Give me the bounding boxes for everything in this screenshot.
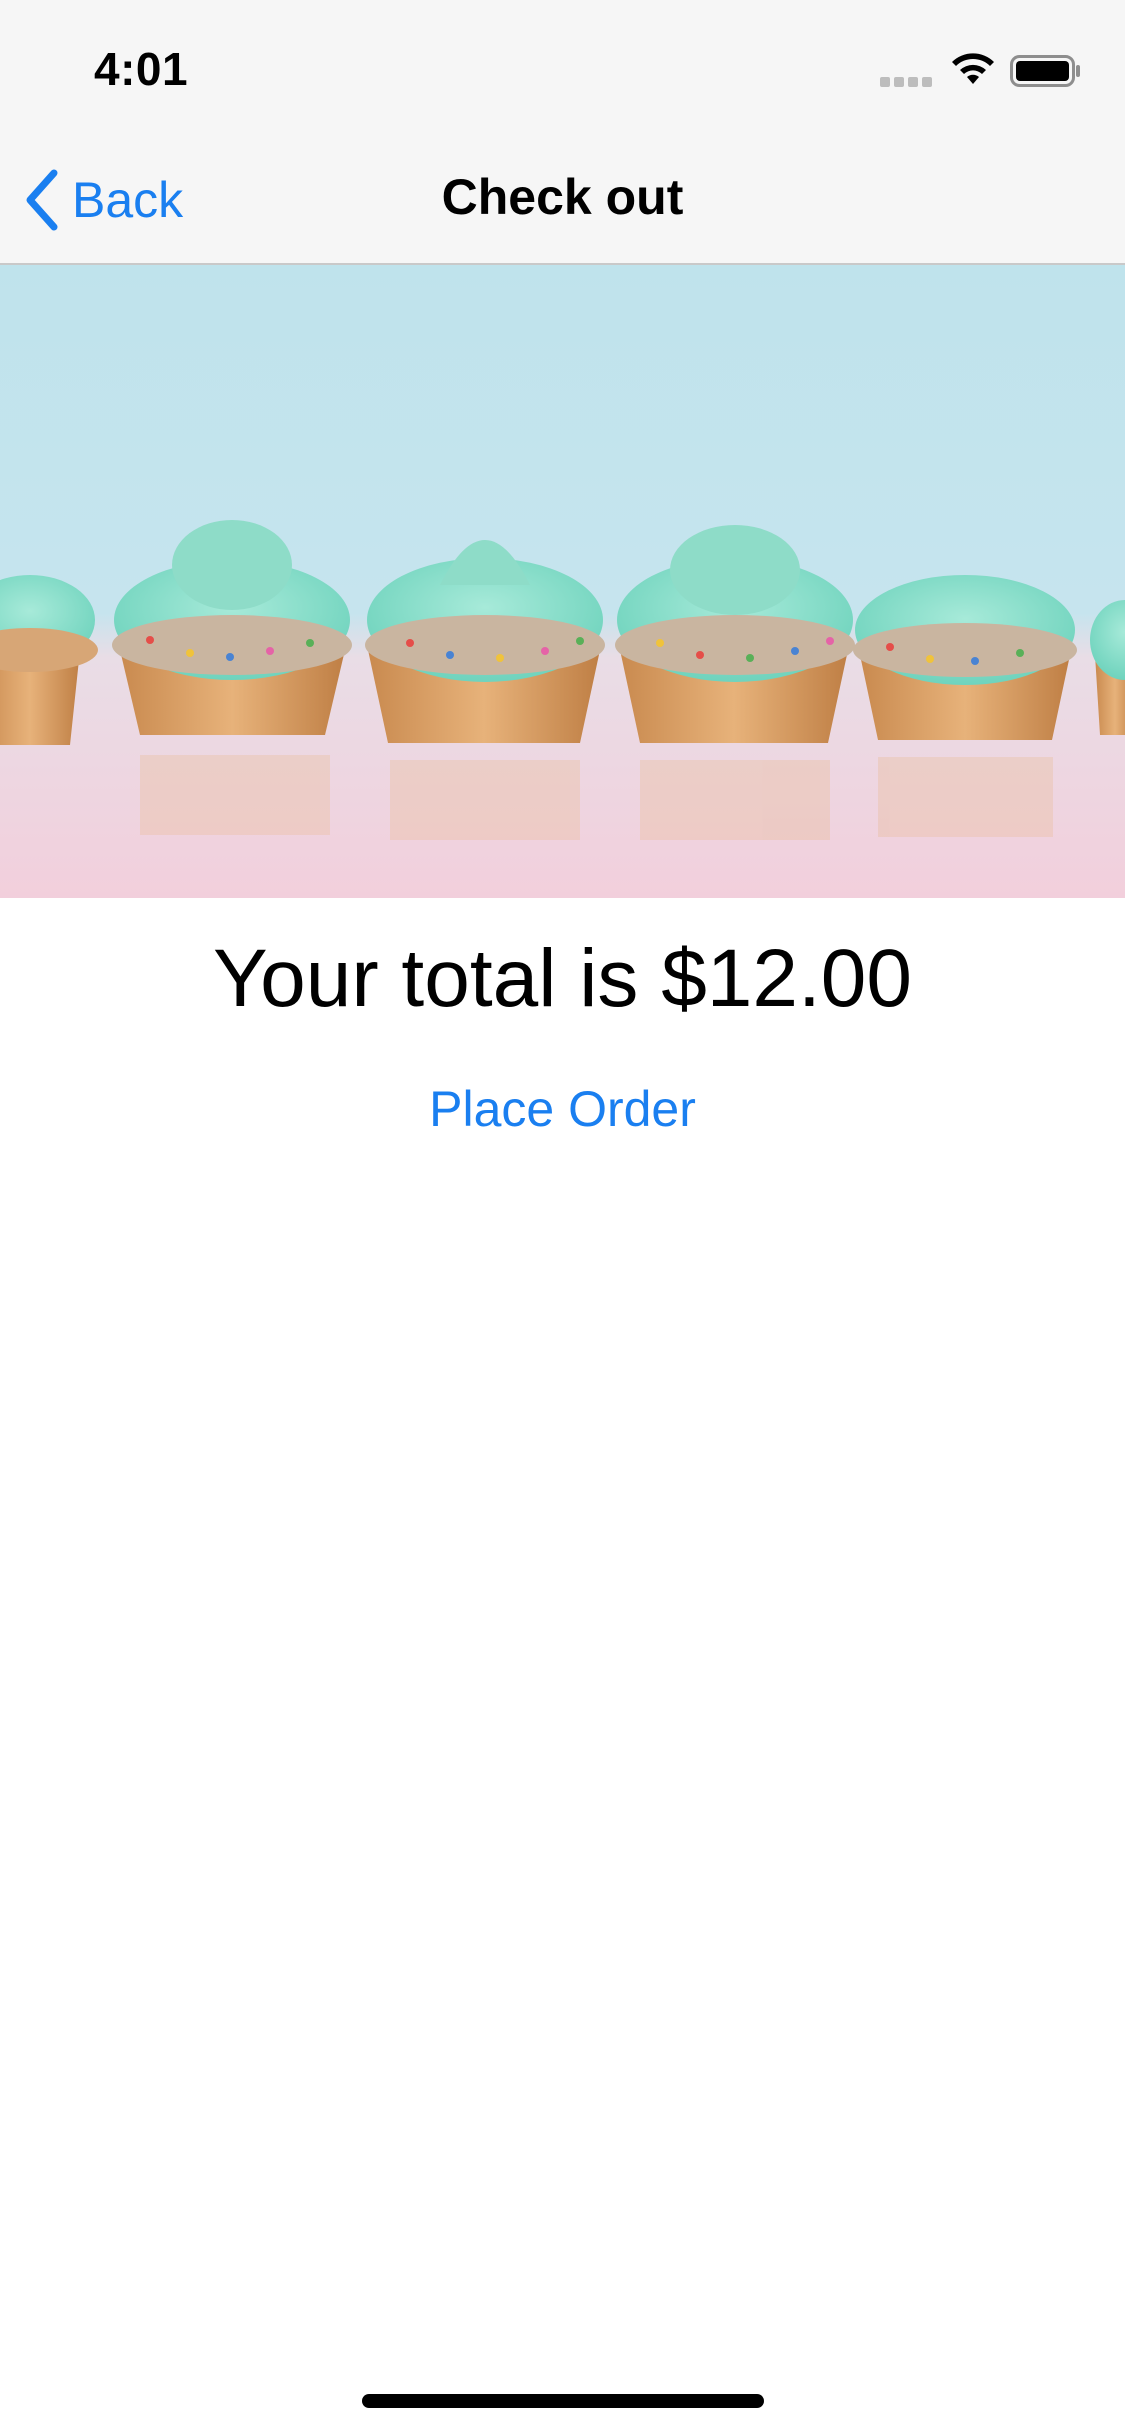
status-time: 4:01 — [94, 43, 189, 95]
checkout-screen: 4:01 Back Check out Your total is $12.00… — [0, 0, 1125, 2436]
battery-icon — [1010, 55, 1080, 87]
order-total: Your total is $12.00 — [212, 933, 913, 1024]
cupcakes-hero-image — [0, 265, 1125, 898]
page-title: Check out — [441, 169, 684, 225]
home-indicator[interactable] — [362, 2394, 764, 2408]
place-order-button[interactable]: Place Order — [0, 1080, 1125, 1138]
cellular-signal-icon — [880, 74, 936, 87]
wifi-icon — [952, 53, 994, 84]
navigation-bar: 4:01 Back Check out — [0, 0, 1125, 265]
